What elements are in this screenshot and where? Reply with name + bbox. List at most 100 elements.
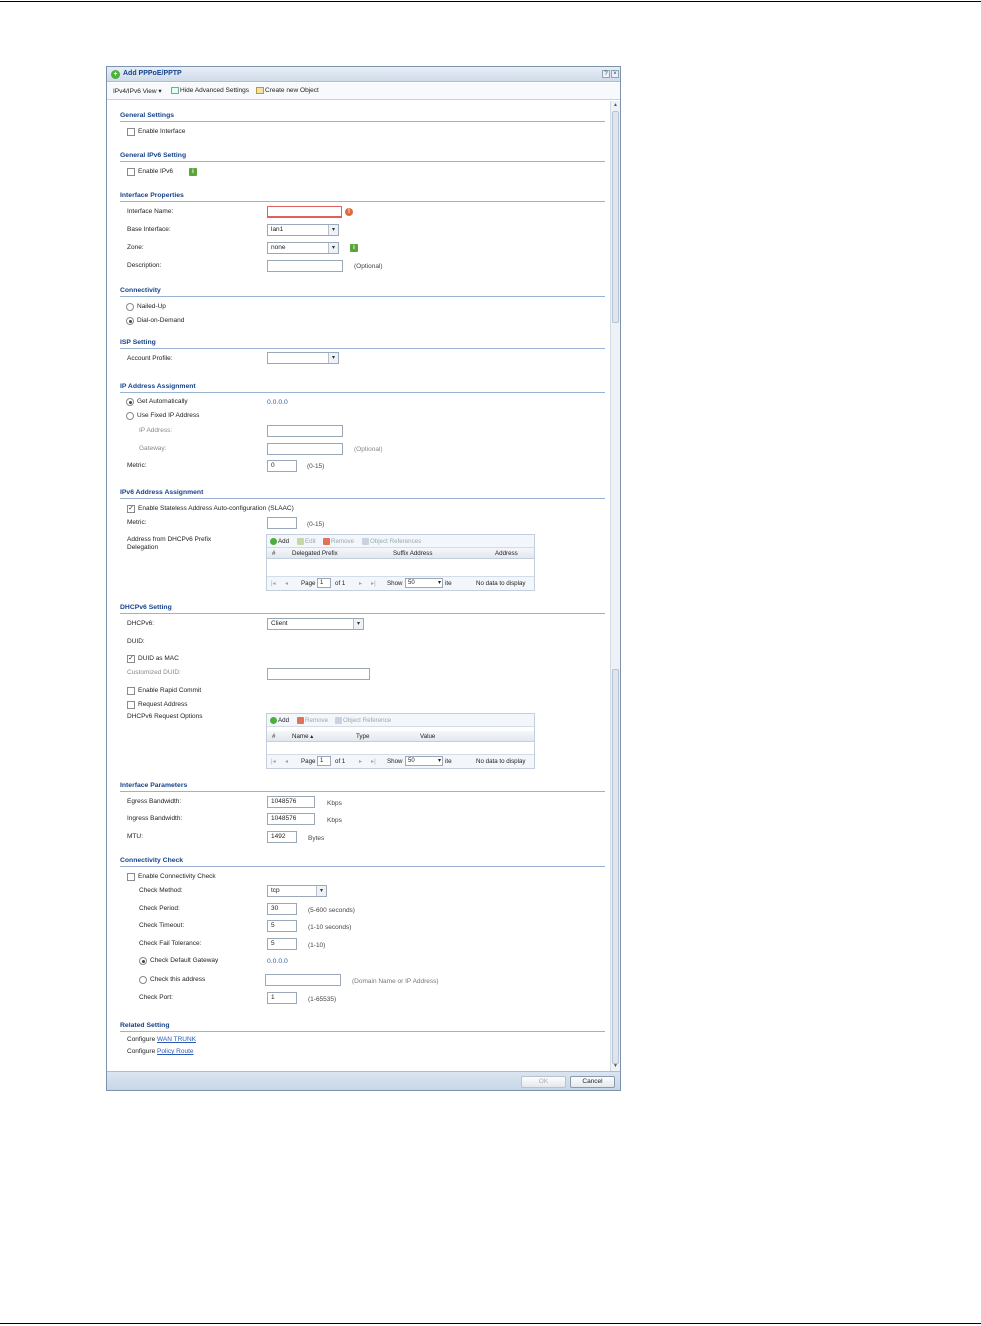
chevron-down-icon: ▾ [328, 225, 338, 235]
rapid-commit-checkbox[interactable] [127, 687, 135, 695]
slaac-checkbox[interactable]: ✓ [127, 505, 135, 513]
grid-add-button[interactable]: Add [270, 717, 289, 724]
prev-page-icon[interactable]: ◂ [285, 758, 288, 765]
egress-input[interactable]: 1048576 [267, 796, 315, 808]
check-fail-tolerance-input[interactable]: 5 [267, 938, 297, 950]
grid-pager: |◂ ◂ Page 1 of 1 ▸ ▸| Show 50 ▾ items No … [267, 754, 534, 768]
dial-on-demand-radio[interactable] [126, 317, 134, 325]
ingress-input[interactable]: 1048576 [267, 813, 315, 825]
base-interface-label: Base Interface: [127, 226, 171, 233]
last-page-icon[interactable]: ▸| [371, 758, 376, 765]
get-automatically-radio[interactable] [126, 398, 134, 406]
page-size-select[interactable]: 50 ▾ [405, 578, 443, 588]
enable-ipv6-label: Enable IPv6 [138, 168, 174, 175]
close-button[interactable]: × [611, 70, 619, 78]
grid-remove-button[interactable]: Remove [323, 538, 354, 545]
help-button[interactable]: ? [602, 70, 610, 78]
wan-trunk-link[interactable]: WAN TRUNK [157, 1036, 196, 1043]
page-input[interactable]: 1 [317, 756, 331, 766]
ok-button[interactable]: OK [521, 1076, 566, 1088]
page-label: Page [301, 758, 316, 765]
grid-col-index[interactable]: # [272, 733, 275, 740]
grid-edit-label: Edit [305, 538, 316, 546]
check-port-input[interactable]: 1 [267, 992, 297, 1004]
page-input[interactable]: 1 [317, 578, 331, 588]
grid-col-address[interactable]: Address [495, 550, 518, 557]
gateway-input[interactable] [267, 443, 343, 455]
grid-col-index[interactable]: # [272, 550, 275, 557]
add-pppoe-dialog: + Add PPPoE/PPTP ? × IPv4/IPv6 View ▾ Hi… [106, 66, 621, 1091]
grid-remove-button[interactable]: Remove [297, 717, 328, 724]
create-object-button[interactable]: Create new Object [256, 87, 319, 94]
nailed-up-radio[interactable] [126, 303, 134, 311]
next-page-icon[interactable]: ▸ [359, 580, 362, 587]
section-related-title: Related Setting [120, 1022, 170, 1029]
ingress-label: Ingress Bandwidth: [127, 815, 183, 822]
info-icon[interactable]: i [189, 168, 197, 176]
scroll-up-icon[interactable]: ▲ [612, 102, 619, 109]
request-address-checkbox[interactable] [127, 701, 135, 709]
grid-object-reference-button[interactable]: Object Reference [335, 717, 391, 724]
default-gateway-value: 0.0.0.0 [267, 958, 288, 965]
mtu-input[interactable]: 1492 [267, 831, 297, 843]
metric-hint: (0-15) [307, 463, 325, 470]
page-size-select[interactable]: 50 ▾ [405, 756, 443, 766]
zone-select[interactable]: none ▾ [267, 242, 339, 254]
page-bottom-rule [0, 1323, 981, 1324]
grid-edit-button[interactable]: Edit [297, 538, 316, 545]
dhcpv6-select[interactable]: Client ▾ [267, 618, 364, 630]
next-page-icon[interactable]: ▸ [359, 758, 362, 765]
grid-object-references-button[interactable]: Object References [362, 538, 421, 545]
grid-col-name[interactable]: Name ▴ [292, 733, 313, 740]
ip-address-label: IP Address: [139, 427, 173, 434]
prev-page-icon[interactable]: ◂ [285, 580, 288, 587]
ipv6-metric-input[interactable] [267, 517, 297, 529]
ip-address-input[interactable] [267, 425, 343, 437]
configure-wan-trunk-row: Configure WAN TRUNK [127, 1036, 196, 1043]
check-method-select[interactable]: tcp ▾ [267, 885, 327, 897]
grid-col-delegated-prefix[interactable]: Delegated Prefix [292, 550, 338, 557]
scroll-thumb-upper[interactable] [612, 111, 619, 323]
egress-label: Egress Bandwidth: [127, 798, 182, 805]
scroll-thumb-lower[interactable] [612, 669, 619, 1064]
policy-route-link[interactable]: Policy Route [157, 1048, 194, 1055]
grid-col-suffix-address[interactable]: Suffix Address [393, 550, 432, 557]
interface-name-label: Interface Name: [127, 208, 174, 215]
section-divider [120, 121, 605, 122]
page-size-value: 50 [408, 580, 415, 586]
grid-remove-label: Remove [331, 538, 355, 546]
base-interface-select[interactable]: lan1 ▾ [267, 224, 339, 236]
cancel-button[interactable]: Cancel [570, 1076, 615, 1088]
check-period-input[interactable]: 30 [267, 903, 297, 915]
account-profile-select[interactable]: ▾ [267, 352, 339, 364]
info-icon[interactable]: i [350, 244, 358, 252]
view-menu[interactable]: IPv4/IPv6 View ▾ [113, 87, 162, 95]
vertical-scrollbar[interactable]: ▲ ▼ [610, 101, 620, 1071]
dhcpv6-label: DHCPv6: [127, 620, 155, 627]
check-this-address-input[interactable] [265, 974, 341, 986]
hide-advanced-button[interactable]: Hide Advanced Settings [171, 87, 249, 94]
grid-col-value[interactable]: Value [420, 733, 435, 740]
use-fixed-ip-radio[interactable] [126, 412, 134, 420]
check-period-hint: (5-600 seconds) [308, 907, 355, 914]
scroll-down-icon[interactable]: ▼ [612, 1063, 619, 1070]
interface-name-input[interactable] [267, 206, 342, 218]
section-divider [120, 1031, 605, 1032]
enable-connectivity-check-checkbox[interactable] [127, 873, 135, 881]
account-profile-label: Account Profile: [127, 355, 173, 362]
first-page-icon[interactable]: |◂ [271, 580, 276, 587]
enable-ipv6-checkbox[interactable] [127, 168, 135, 176]
last-page-icon[interactable]: ▸| [371, 580, 376, 587]
check-timeout-input[interactable]: 5 [267, 920, 297, 932]
check-this-address-radio[interactable] [139, 976, 147, 984]
customized-duid-input[interactable] [267, 668, 370, 680]
enable-interface-checkbox[interactable] [127, 128, 135, 136]
view-menu-label: IPv4/IPv6 View [113, 88, 157, 95]
first-page-icon[interactable]: |◂ [271, 758, 276, 765]
duid-as-mac-checkbox[interactable]: ✓ [127, 655, 135, 663]
grid-add-button[interactable]: Add [270, 538, 289, 545]
metric-input[interactable]: 0 [267, 460, 297, 472]
grid-col-type[interactable]: Type [356, 733, 369, 740]
description-input[interactable] [267, 260, 343, 272]
check-default-gateway-radio[interactable] [139, 957, 147, 965]
